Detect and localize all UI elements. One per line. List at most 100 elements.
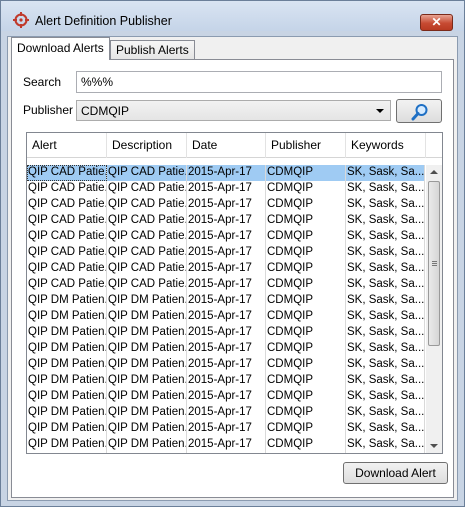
- cell-publisher: CDMQIP: [266, 213, 346, 229]
- cell-publisher: CDMQIP: [266, 389, 346, 405]
- magnifier-icon: [411, 104, 428, 121]
- grip-line: [432, 261, 437, 262]
- cell-description: QIP CAD Patie...: [107, 261, 187, 277]
- close-icon: ✕: [431, 15, 442, 29]
- table-row[interactable]: QIP CAD Patie... QIP CAD Patie... 2015-Apr…: [27, 245, 425, 261]
- table-row[interactable]: QIP DM Patien...QIP DM Patien...2015-Apr…: [27, 309, 425, 325]
- table-row[interactable]: QIP CAD Patie... QIP CAD Patie... 2015-Apr…: [27, 277, 425, 293]
- cell-publisher: CDMQIP: [266, 245, 346, 261]
- cell-date: 2015-Apr-17: [187, 357, 266, 373]
- cell-description: QIP CAD Patie...: [107, 181, 187, 197]
- cell-keywords: SK, Sask, Sa...: [346, 437, 425, 453]
- table-row[interactable]: QIP CAD Patie... QIP CAD Patie... 2015-Apr…: [27, 261, 425, 277]
- cell-keywords: SK, Sask, Sa...: [346, 245, 425, 261]
- cell-date: 2015-Apr-17: [187, 261, 266, 277]
- publisher-selected-value: CDMQIP: [81, 104, 129, 118]
- cell-keywords: SK, Sask, Sa...: [346, 181, 425, 197]
- cell-description: QIP DM Patien...: [107, 405, 187, 421]
- column-header-keywords[interactable]: Keywords: [346, 133, 426, 158]
- table-row[interactable]: QIP DM Patien...QIP DM Patien...2015-Apr…: [27, 389, 425, 405]
- table-row[interactable]: QIP DM Patien...QIP DM Patien...2015-Apr…: [27, 293, 425, 309]
- cell-alert: QIP DM Patien...: [27, 341, 107, 357]
- app-crosshair-icon: [13, 12, 29, 28]
- alert-definition-publisher-window: Alert Definition Publisher ✕ Download Al…: [0, 0, 465, 507]
- table-row[interactable]: QIP CAD Patie... QIP CAD Patie... 2015-Apr…: [27, 213, 425, 229]
- cell-publisher: CDMQIP: [266, 229, 346, 245]
- cell-description: QIP CAD Patie...: [107, 197, 187, 213]
- scroll-up-arrow-icon[interactable]: [426, 165, 442, 179]
- cell-description: QIP DM Patien...: [107, 341, 187, 357]
- table-row[interactable]: QIP CAD Patie... QIP CAD Patie... 2015-Apr…: [27, 181, 425, 197]
- cell-description: QIP DM Patien...: [107, 309, 187, 325]
- cell-alert: QIP DM Patien...: [27, 437, 107, 453]
- tab-publish-alerts[interactable]: Publish Alerts: [110, 40, 195, 60]
- cell-date: 2015-Apr-17: [187, 421, 266, 437]
- cell-date: 2015-Apr-17: [187, 213, 266, 229]
- table-row[interactable]: QIP DM Patien...QIP DM Patien...2015-Apr…: [27, 453, 425, 454]
- table-row[interactable]: QIP CAD Patie... QIP CAD Patie... 2015-Apr…: [27, 197, 425, 213]
- column-header-alert[interactable]: Alert: [27, 133, 107, 158]
- scroll-down-arrow-icon[interactable]: [426, 439, 442, 453]
- cell-keywords: SK, Sask, Sa...: [346, 293, 425, 309]
- search-input[interactable]: %%%: [76, 71, 442, 93]
- table-row[interactable]: QIP DM Patien...QIP DM Patien...2015-Apr…: [27, 373, 425, 389]
- scroll-thumb[interactable]: [428, 181, 440, 346]
- cell-alert: QIP CAD Patie...: [27, 245, 107, 261]
- table-row[interactable]: QIP DM Patien...QIP DM Patien...2015-Apr…: [27, 421, 425, 437]
- cell-description: QIP DM Patien...: [107, 389, 187, 405]
- search-button[interactable]: [396, 99, 442, 123]
- cell-keywords: SK, Sask, Sa...: [346, 357, 425, 373]
- cell-keywords: SK, Sask, Sa...: [346, 389, 425, 405]
- close-button[interactable]: ✕: [420, 14, 453, 31]
- chevron-down-icon: [376, 109, 384, 113]
- table-row[interactable]: QIP DM Patien...QIP DM Patien...2015-Apr…: [27, 341, 425, 357]
- search-label: Search: [23, 75, 62, 89]
- cell-description: QIP DM Patien...: [107, 437, 187, 453]
- table-row[interactable]: QIP DM Patien...QIP DM Patien...2015-Apr…: [27, 437, 425, 453]
- cell-date: 2015-Apr-17: [187, 341, 266, 357]
- cell-publisher: CDMQIP: [266, 181, 346, 197]
- cell-keywords: SK, Sask, Sa...: [346, 277, 425, 293]
- column-header-description[interactable]: Description: [107, 133, 187, 158]
- cell-keywords: SK, Sask, Sa...: [346, 325, 425, 341]
- table-row[interactable]: QIP DM Patien...QIP DM Patien...2015-Apr…: [27, 405, 425, 421]
- cell-keywords: SK, Sask, Sa...: [346, 197, 425, 213]
- column-header-date[interactable]: Date: [187, 133, 266, 158]
- cell-publisher: CDMQIP: [266, 165, 346, 181]
- table-row[interactable]: QIP CAD Patie... QIP CAD Patie... 2015-Apr…: [27, 229, 425, 245]
- vertical-scrollbar[interactable]: [426, 165, 442, 453]
- cell-publisher: CDMQIP: [266, 453, 346, 454]
- cell-alert: QIP CAD Patie...: [27, 197, 107, 213]
- cell-description: QIP DM Patien...: [107, 453, 187, 454]
- tab-download-alerts[interactable]: Download Alerts: [11, 37, 110, 60]
- cell-publisher: CDMQIP: [266, 261, 346, 277]
- cell-date: 2015-Apr-17: [187, 325, 266, 341]
- cell-alert: QIP CAD Patie...: [27, 229, 107, 245]
- table-row[interactable]: QIP CAD Patie... QIP CAD Patie... 2015-Apr…: [27, 165, 425, 181]
- cell-alert: QIP DM Patien...: [27, 389, 107, 405]
- cell-alert: QIP CAD Patie...: [27, 181, 107, 197]
- cell-description: QIP DM Patien...: [107, 421, 187, 437]
- download-alert-button[interactable]: Download Alert: [343, 462, 448, 484]
- table-row[interactable]: QIP DM Patien...QIP DM Patien...2015-Apr…: [27, 325, 425, 341]
- table-row[interactable]: QIP DM Patien...QIP DM Patien...2015-Apr…: [27, 357, 425, 373]
- cell-description: QIP DM Patien...: [107, 293, 187, 309]
- publisher-label: Publisher: [23, 103, 74, 117]
- alerts-table: Alert Description Date Publisher Keyword…: [26, 132, 443, 454]
- cell-publisher: CDMQIP: [266, 373, 346, 389]
- cell-keywords: SK, Sask, Sa...: [346, 213, 425, 229]
- cell-date: 2015-Apr-17: [187, 277, 266, 293]
- cell-alert: QIP DM Patien...: [27, 325, 107, 341]
- cell-date: 2015-Apr-17: [187, 245, 266, 261]
- cell-description: QIP CAD Patie...: [107, 277, 187, 293]
- publisher-dropdown[interactable]: CDMQIP: [76, 100, 391, 121]
- title-bar[interactable]: Alert Definition Publisher ✕: [1, 1, 464, 31]
- cell-description: QIP DM Patien...: [107, 325, 187, 341]
- cell-alert: QIP CAD Patie...: [27, 277, 107, 293]
- cell-alert: QIP DM Patien...: [27, 453, 107, 454]
- cell-keywords: SK, Sask, Sa...: [346, 261, 425, 277]
- cell-keywords: SK, Sask, Sa...: [346, 165, 425, 181]
- cell-keywords: SK, Sask, Sa...: [346, 341, 425, 357]
- column-header-publisher[interactable]: Publisher: [266, 133, 346, 158]
- cell-alert: QIP DM Patien...: [27, 293, 107, 309]
